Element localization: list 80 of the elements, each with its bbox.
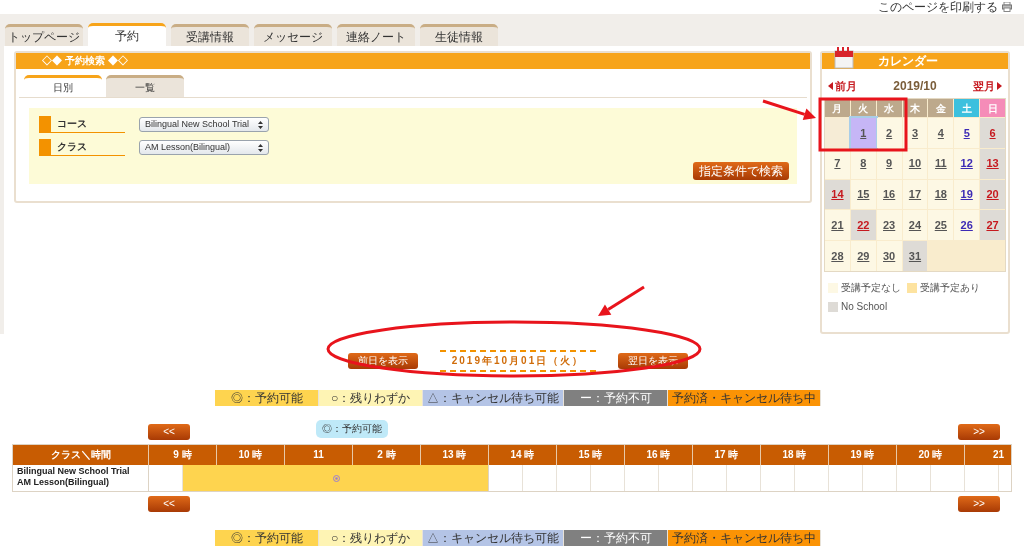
next-month-link[interactable]: 翌月: [973, 77, 1002, 95]
legend-item: 予約済・キャンセル待ち中: [668, 530, 821, 546]
calendar-day[interactable]: 16: [876, 179, 902, 210]
panel-title: カレンダー: [878, 53, 938, 69]
panel-header: ◇◆ 予約検索 ◆◇: [16, 53, 810, 69]
tab[interactable]: 受講情報: [171, 24, 249, 46]
calendar-day[interactable]: 30: [876, 241, 902, 271]
legend-item: △：キャンセル待ち可能: [423, 390, 564, 406]
caret-icon: [258, 120, 263, 129]
annotation-arrow: [762, 99, 816, 121]
calendar-day[interactable]: 29: [850, 241, 876, 271]
course-select[interactable]: Bilingual New School Trial: [139, 117, 269, 132]
calendar-day[interactable]: 26: [954, 210, 980, 241]
field-label: クラス: [39, 139, 125, 156]
calendar-day[interactable]: 13: [980, 148, 1005, 179]
legend-item: ◎：予約可能: [215, 530, 319, 546]
weekday-header: 土: [954, 99, 980, 117]
calendar-day[interactable]: 12: [954, 148, 980, 179]
tab[interactable]: 生徒情報: [420, 24, 498, 46]
legend-label: No School: [841, 300, 888, 314]
calendar-day[interactable]: 22: [850, 210, 876, 241]
tab[interactable]: 予約: [88, 23, 166, 46]
weekday-header: 木: [902, 99, 928, 117]
calendar-day[interactable]: 15: [850, 179, 876, 210]
tab[interactable]: 一覧: [106, 75, 184, 97]
weekday-header: 金: [928, 99, 954, 117]
legend-label: 受講予定なし: [841, 281, 901, 295]
earlier-button[interactable]: <<: [148, 424, 190, 440]
tooltip: ◎：予約可能: [316, 420, 388, 438]
calendar-day[interactable]: 14: [825, 179, 850, 210]
legend-item: ○：残りわずか: [319, 530, 423, 546]
calendar-day[interactable]: 31: [902, 241, 928, 271]
calendar-day[interactable]: 25: [928, 210, 954, 241]
later-button[interactable]: >>: [958, 496, 1000, 512]
legend-item: ◎：予約可能: [215, 390, 319, 406]
printer-icon[interactable]: [1002, 2, 1012, 12]
calendar-day[interactable]: 10: [902, 148, 928, 179]
calendar-day[interactable]: 23: [876, 210, 902, 241]
month-label: 2019/10: [893, 78, 937, 95]
tab[interactable]: メッセージ: [254, 24, 332, 46]
class-name: Bilingual New School Trial AM Lesson(Bilingual): [13, 465, 149, 491]
tab[interactable]: 連絡ノート: [337, 24, 415, 46]
calendar-day[interactable]: 2: [876, 118, 902, 148]
legend-item: △：キャンセル待ち可能: [423, 530, 564, 546]
available-slot[interactable]: [183, 465, 217, 491]
legend-label: 受講予定あり: [920, 281, 980, 295]
calendar-day[interactable]: 20: [980, 179, 1005, 210]
right-triangle-icon: [997, 82, 1002, 90]
calendar-day[interactable]: 21: [825, 210, 850, 241]
search-button[interactable]: 指定条件で検索: [693, 162, 789, 180]
legend-item: 予約済・キャンセル待ち中: [668, 390, 821, 406]
calendar-day[interactable]: 24: [902, 210, 928, 241]
field-label: コース: [39, 116, 125, 133]
calendar-day[interactable]: 17: [902, 179, 928, 210]
legend-item: ○：残りわずか: [319, 390, 423, 406]
calendar-day[interactable]: 6: [980, 118, 1005, 148]
date-label: 2019年10月01日（火）: [439, 350, 597, 372]
available-slot[interactable]: [455, 465, 489, 491]
previous-month-link[interactable]: 前月: [828, 77, 857, 95]
earlier-button[interactable]: <<: [148, 496, 190, 512]
tab[interactable]: トップページ: [5, 24, 83, 46]
left-triangle-icon: [828, 82, 833, 90]
annotation-arrow: [598, 285, 645, 316]
calendar-day[interactable]: 19: [954, 179, 980, 210]
legend-item: ー：予約不可: [564, 390, 668, 406]
later-button[interactable]: >>: [958, 424, 1000, 440]
calendar-day[interactable]: 27: [980, 210, 1005, 241]
course-select[interactable]: AM Lesson(Bilingual): [139, 140, 269, 155]
calendar-day[interactable]: 18: [928, 179, 954, 210]
calendar-day[interactable]: 4: [928, 118, 954, 148]
calendar-day[interactable]: 5: [954, 118, 980, 148]
calendar-day[interactable]: 3: [902, 118, 928, 148]
calendar-day[interactable]: 11: [928, 148, 954, 179]
calendar-day[interactable]: 1: [850, 118, 876, 148]
double-circle-icon: [332, 474, 340, 482]
legend-item: ー：予約不可: [564, 530, 668, 546]
print-link[interactable]: このページを印刷する: [878, 1, 998, 13]
weekday-header: 日: [980, 99, 1005, 117]
calendar-day[interactable]: 28: [825, 241, 850, 271]
caret-icon: [258, 143, 263, 152]
